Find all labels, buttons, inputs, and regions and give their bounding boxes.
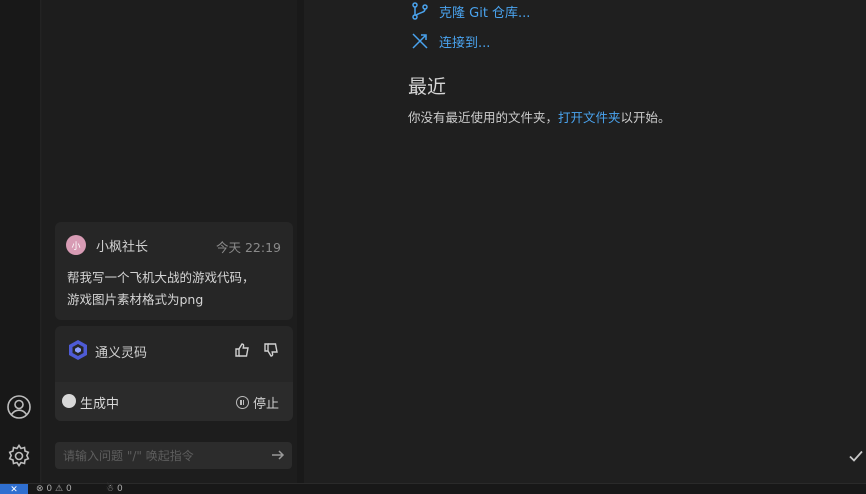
assistant-reply-card: 通义灵码 生成中 停止	[55, 326, 293, 421]
error-icon: ⊗	[36, 484, 44, 494]
assistant-name: 通义灵码	[95, 346, 148, 361]
remote-icon: ✕	[10, 484, 18, 494]
avatar: 小	[66, 235, 86, 255]
recent-suffix: 以开始。	[620, 110, 671, 125]
connect-to-label: 连接到...	[439, 35, 491, 51]
remote-indicator[interactable]: ✕	[0, 484, 28, 494]
open-folder-link[interactable]: 打开文件夹	[558, 110, 621, 125]
panel-scrollbar[interactable]	[297, 0, 304, 483]
loading-icon	[62, 394, 76, 408]
vscode-window: 小 小枫社长 今天 22:19 帮我写一个飞机大战的游戏代码， 游戏图片素材格式…	[0, 0, 866, 494]
source-control-icon	[412, 2, 428, 20]
tongyi-logo-icon	[69, 340, 87, 360]
clone-git-link[interactable]: 克隆 Git 仓库...	[410, 1, 530, 21]
user-name: 小枫社长	[96, 240, 149, 255]
message-time: 今天 22:19	[216, 240, 281, 255]
recent-prefix: 你没有最近使用的文件夹，	[408, 110, 559, 125]
generation-status-bar: 生成中 停止	[55, 382, 293, 421]
thumbs-down-icon[interactable]	[262, 341, 280, 359]
thumbs-up-icon[interactable]	[233, 341, 251, 359]
antenna-icon: ☃	[106, 484, 115, 494]
recent-heading: 最近	[408, 76, 447, 98]
clone-git-label: 克隆 Git 仓库...	[439, 5, 531, 21]
recent-empty-text: 你没有最近使用的文件夹，打开文件夹以开始。	[408, 107, 671, 126]
ports-indicator[interactable]: ☃ 0	[106, 484, 123, 494]
stop-button[interactable]: 停止	[232, 391, 283, 413]
send-arrow-icon[interactable]	[270, 447, 286, 463]
welcome-page: 克隆 Git 仓库... 连接到... 最近 你没有最近使用的文件夹，打开文件夹…	[305, 0, 866, 483]
activity-bar	[0, 0, 41, 483]
chat-input[interactable]	[63, 446, 263, 465]
connect-to-link[interactable]: 连接到...	[410, 31, 490, 51]
problems-indicator[interactable]: ⊗ 0 ⚠ 0	[36, 484, 72, 494]
remote-connect-icon	[412, 33, 428, 49]
message-text: 帮我写一个飞机大战的游戏代码， 游戏图片素材格式为png	[67, 267, 287, 311]
account-icon[interactable]	[4, 392, 34, 422]
warning-icon: ⚠	[55, 484, 64, 494]
error-count: 0	[46, 484, 53, 494]
user-message-card: 小 小枫社长 今天 22:19 帮我写一个飞机大战的游戏代码， 游戏图片素材格式…	[55, 222, 293, 320]
pause-icon	[235, 395, 249, 409]
ports-count: 0	[116, 484, 123, 494]
generation-status: 生成中	[80, 397, 120, 412]
status-bar: ✕ ⊗ 0 ⚠ 0 ☃ 0	[0, 483, 866, 494]
check-icon[interactable]	[848, 448, 864, 464]
warning-count: 0	[65, 484, 72, 494]
message-line: 游戏图片素材格式为png	[67, 292, 204, 307]
chat-input-box	[55, 442, 292, 469]
stop-label: 停止	[252, 396, 279, 412]
gear-icon[interactable]	[4, 441, 34, 471]
message-line: 帮我写一个飞机大战的游戏代码，	[67, 270, 255, 285]
